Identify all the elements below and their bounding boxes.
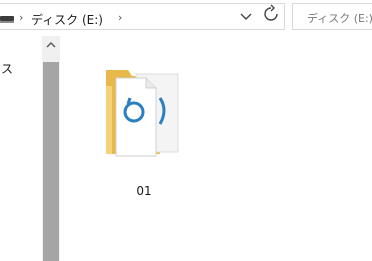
refresh-icon[interactable] xyxy=(262,4,280,24)
search-input[interactable]: ディスク (E:)の xyxy=(292,3,372,30)
address-bar[interactable]: › ディスク (E:) › xyxy=(0,3,285,30)
search-placeholder: ディスク (E:)の xyxy=(307,12,372,25)
scroll-up-arrow-icon[interactable] xyxy=(42,40,60,54)
navigation-pane: ス xyxy=(0,36,42,261)
file-item-01[interactable]: 01 xyxy=(96,56,192,198)
chevron-down-icon[interactable] xyxy=(240,12,252,25)
nav-item-label[interactable]: ス xyxy=(1,60,13,77)
folder-icon xyxy=(106,70,179,157)
scroll-thumb[interactable] xyxy=(43,62,59,261)
chevron-right-icon[interactable]: › xyxy=(19,11,23,24)
nav-scrollbar[interactable] xyxy=(42,36,60,261)
drive-icon xyxy=(0,16,14,23)
breadcrumb-drive-e[interactable]: ディスク (E:) xyxy=(31,11,103,28)
chevron-right-icon[interactable]: › xyxy=(118,11,122,24)
address-bar-region: › ディスク (E:) › ディスク (E:)の xyxy=(0,0,372,36)
file-list: 01 xyxy=(60,36,372,261)
file-name-label: 01 xyxy=(136,184,152,198)
